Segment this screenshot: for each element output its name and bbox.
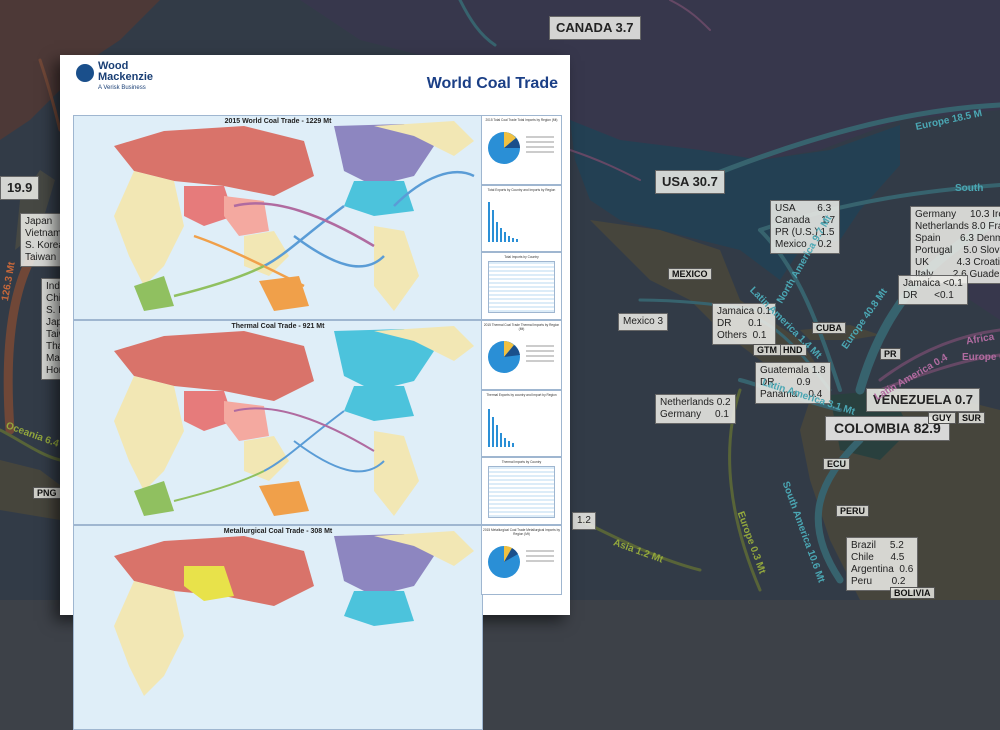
left-total-label: 19.9 [0, 176, 40, 200]
logo-subtitle: A Verisk Business [98, 85, 146, 91]
panel-world-coal-trade: 2015 World Coal Trade - 1229 Mt [73, 115, 483, 320]
logo-name: Wood Mackenzie [98, 60, 154, 83]
europe-imports-box: Germany 10.3 Ireland Netherlands 8.0 Fra… [910, 206, 1000, 284]
canada-total-label: CANADA 3.7 [549, 16, 641, 40]
panel-title: Thermal Coal Trade - 921 Mt [231, 323, 325, 330]
poster-header: Wood Mackenzie A Verisk Business World Co… [60, 55, 570, 107]
side-chart-total-imports: 2015 Total Coal Trade Total Imports by R… [481, 115, 562, 185]
side-chart-metallurgical-imports: 2015 Metallurgical Coal Trade Metallurgi… [481, 525, 562, 595]
country-tag-sur: SUR [958, 412, 986, 424]
panel-metallurgical-coal-trade: Metallurgical Coal Trade - 308 Mt [73, 525, 483, 730]
brazil-imports-box: Brazil 5.2 Chile 4.5 Argentina 0.6 Peru … [846, 537, 919, 591]
wood-mackenzie-logo-icon [76, 64, 94, 82]
pie-chart [488, 132, 554, 164]
side-table-thermal-imports: Thermal Imports by Country [481, 457, 562, 525]
country-tag-png: PNG [33, 487, 61, 499]
bar-chart [488, 202, 518, 242]
panel-map [114, 326, 474, 516]
netherlands-imports-box: Netherlands 0.2 Germany 0.1 [655, 394, 736, 424]
country-tag-guy: GUY [928, 412, 956, 424]
panel-title: Metallurgical Coal Trade - 308 Mt [223, 528, 333, 535]
country-tag-gtm: GTM [753, 344, 781, 356]
panel-thermal-coal-trade: Thermal Coal Trade - 921 Mt [73, 320, 483, 525]
country-tag-peru: PERU [836, 505, 870, 517]
panel-map [114, 121, 475, 311]
bar-chart [488, 409, 514, 447]
world-coal-trade-poster: Wood Mackenzie A Verisk Business World Co… [60, 55, 570, 730]
poster-title: World Coal Trade [426, 75, 558, 92]
pie-chart [488, 545, 554, 578]
country-tag-cuba: CUBA [812, 322, 846, 334]
side-chart-thermal-imports: 2015 Thermal Coal Trade Thermal Imports … [481, 320, 562, 390]
edge-value-box: 1.2 [572, 512, 596, 530]
jamaica-venezuela-box: Jamaica <0.1 DR <0.1 [898, 275, 968, 305]
panel-title: 2015 World Coal Trade - 1229 Mt [224, 118, 332, 125]
flow-label-south: South [955, 183, 984, 194]
country-tag-bolivia: BOLIVIA [890, 587, 935, 599]
country-tag-ecu: ECU [823, 458, 851, 470]
country-tag-mexico: MEXICO [668, 268, 712, 280]
side-table-total-imports: Total Imports by Country [481, 252, 562, 320]
side-chart-thermal-exports: Thermal Exports by country and Import by… [481, 390, 562, 457]
usa-total-label: USA 30.7 [655, 170, 725, 194]
country-tag-pr: PR [880, 348, 901, 360]
side-chart-total-exports: Total Exports by Country and Imports by … [481, 185, 562, 252]
panel-map [114, 531, 474, 696]
mexico-import-box: Mexico 3 [618, 313, 669, 331]
pie-chart [488, 341, 554, 373]
flow-label-europe-0: Europe 0 [962, 352, 1000, 363]
